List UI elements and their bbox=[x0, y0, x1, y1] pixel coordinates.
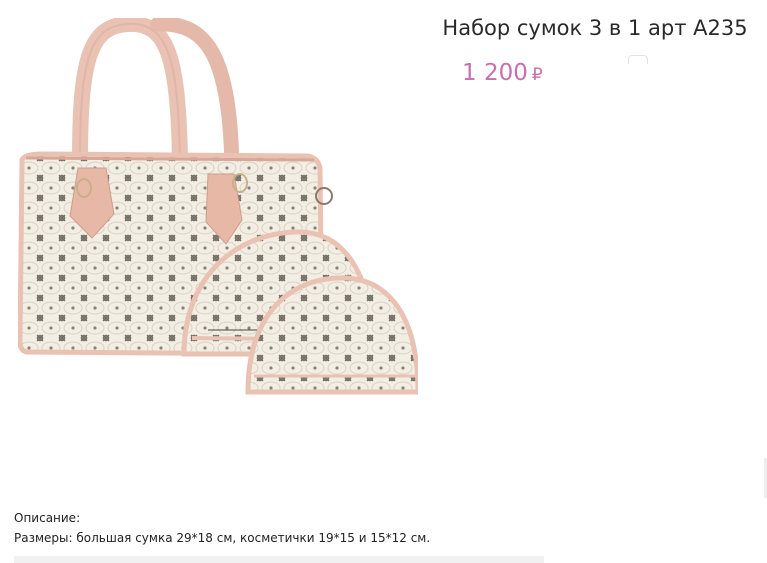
product-description: Описание: Размеры: большая сумка 29*18 с… bbox=[14, 508, 430, 548]
product-title: Набор сумок 3 в 1 арт A235 bbox=[442, 16, 748, 40]
description-label: Описание: bbox=[14, 511, 81, 525]
bottom-divider bbox=[14, 556, 544, 563]
bag-set-image bbox=[17, 15, 421, 395]
price-value: 1 200 bbox=[462, 60, 528, 86]
product-page: Набор сумок 3 в 1 арт A235 1 200 ₽ Описан… bbox=[0, 0, 767, 563]
product-price: 1 200 ₽ bbox=[462, 60, 543, 86]
description-text: Размеры: большая сумка 29*18 см, космети… bbox=[14, 531, 431, 545]
currency-symbol: ₽ bbox=[531, 65, 543, 85]
wishlist-icon[interactable] bbox=[628, 55, 648, 64]
product-image[interactable] bbox=[17, 15, 421, 418]
